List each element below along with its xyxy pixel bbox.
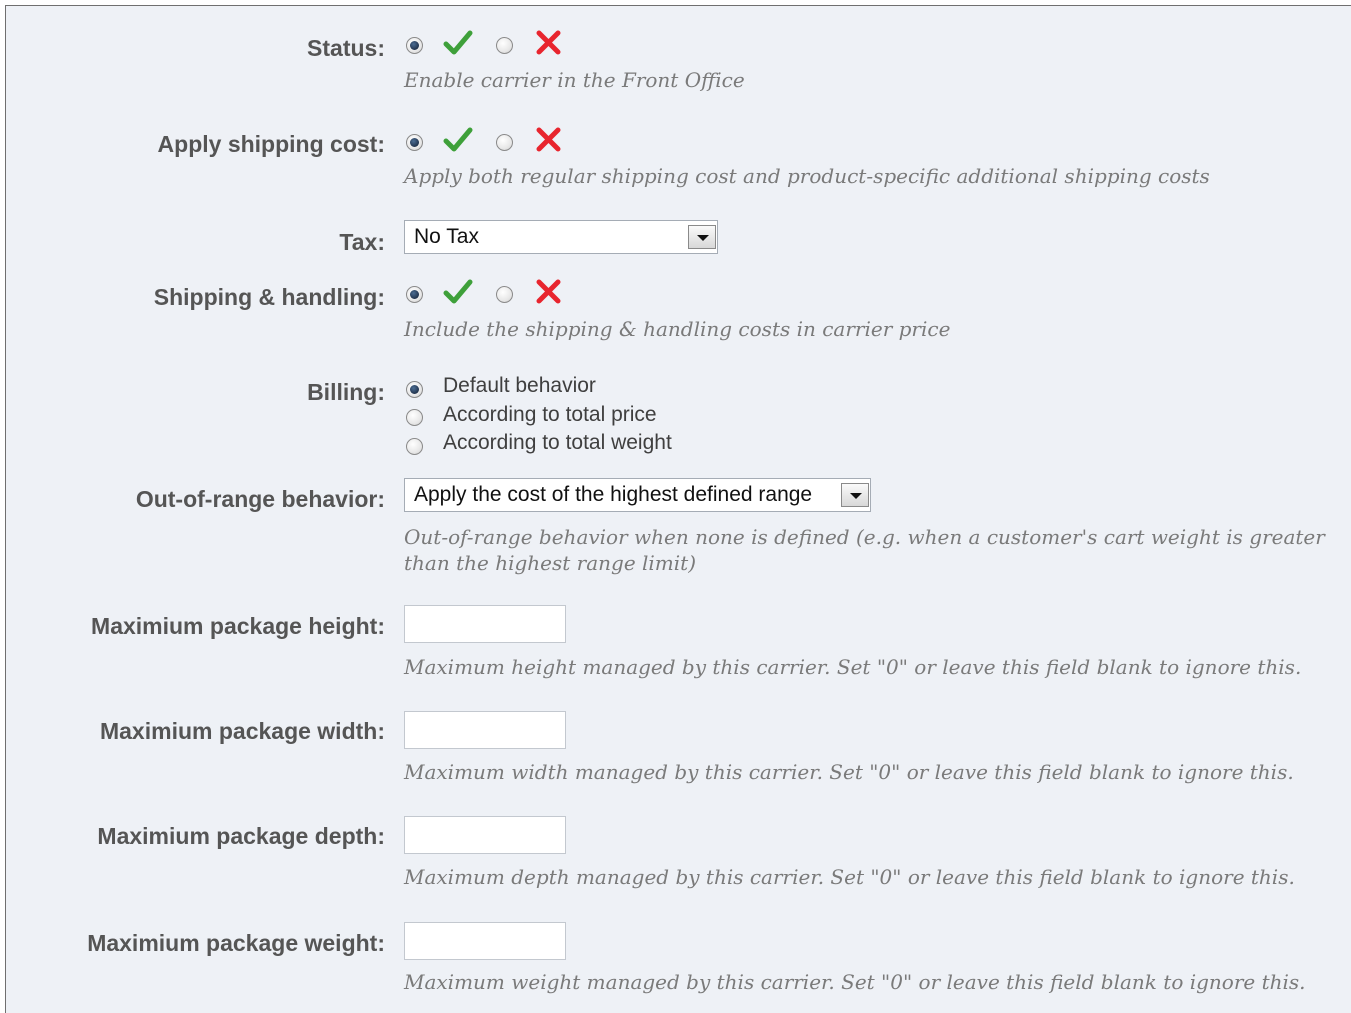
apply-shipping-cost-hint: Apply both regular shipping cost and pro… [404,164,1210,188]
tax-select[interactable]: No Tax [404,220,718,254]
shipping-handling-hint: Include the shipping & handling costs in… [404,317,951,341]
shipping-handling-yes-radio[interactable] [406,286,423,303]
max-depth-hint: Maximum depth managed by this carrier. S… [404,865,1295,889]
max-width-input[interactable] [404,711,566,749]
max-depth-label: Maximium package depth: [97,823,385,849]
status-hint: Enable carrier in the Front Office [404,68,745,92]
max-depth-input[interactable] [404,816,566,854]
cross-icon[interactable] [534,277,564,307]
apply-shipping-cost-no-radio[interactable] [496,134,513,151]
tax-select-value: No Tax [414,225,479,248]
check-icon[interactable] [443,125,473,155]
cross-icon[interactable] [534,28,564,58]
billing-label: Billing: [307,379,385,405]
out-of-range-select[interactable]: Apply the cost of the highest defined ra… [404,478,871,512]
billing-total-price-label[interactable]: According to total price [443,402,657,428]
billing-total-weight-label[interactable]: According to total weight [443,430,672,456]
status-label: Status: [307,35,385,61]
billing-default-label[interactable]: Default behavior [443,373,596,399]
out-of-range-select-value: Apply the cost of the highest defined ra… [414,483,813,506]
status-yes-radio[interactable] [406,37,423,54]
max-height-label: Maximium package height: [91,613,385,639]
max-weight-label: Maximium package weight: [87,930,385,956]
shipping-handling-label: Shipping & handling: [153,284,385,310]
shipping-handling-no-radio[interactable] [496,286,513,303]
max-width-label: Maximium package width: [99,718,385,744]
max-weight-input[interactable] [404,922,566,960]
apply-shipping-cost-label: Apply shipping cost: [157,131,385,157]
out-of-range-hint: Out-of-range behavior when none is defin… [404,525,1325,575]
chevron-down-icon[interactable] [688,225,716,249]
chevron-down-icon[interactable] [841,483,869,507]
check-icon[interactable] [443,277,473,307]
billing-total-weight-radio[interactable] [406,438,423,455]
apply-shipping-cost-yes-radio[interactable] [406,134,423,151]
max-weight-hint: Maximum weight managed by this carrier. … [404,970,1306,994]
max-height-hint: Maximum height managed by this carrier. … [404,655,1302,679]
max-height-input[interactable] [404,605,566,643]
check-icon[interactable] [443,28,473,58]
billing-default-radio[interactable] [406,381,423,398]
billing-total-price-radio[interactable] [406,409,423,426]
cross-icon[interactable] [534,125,564,155]
out-of-range-label: Out-of-range behavior: [135,486,385,512]
max-width-hint: Maximum width managed by this carrier. S… [404,760,1294,784]
status-no-radio[interactable] [496,37,513,54]
carrier-settings-form: Status: Enable carrier in the Front Offi… [5,5,1351,1013]
tax-label: Tax: [339,229,385,255]
